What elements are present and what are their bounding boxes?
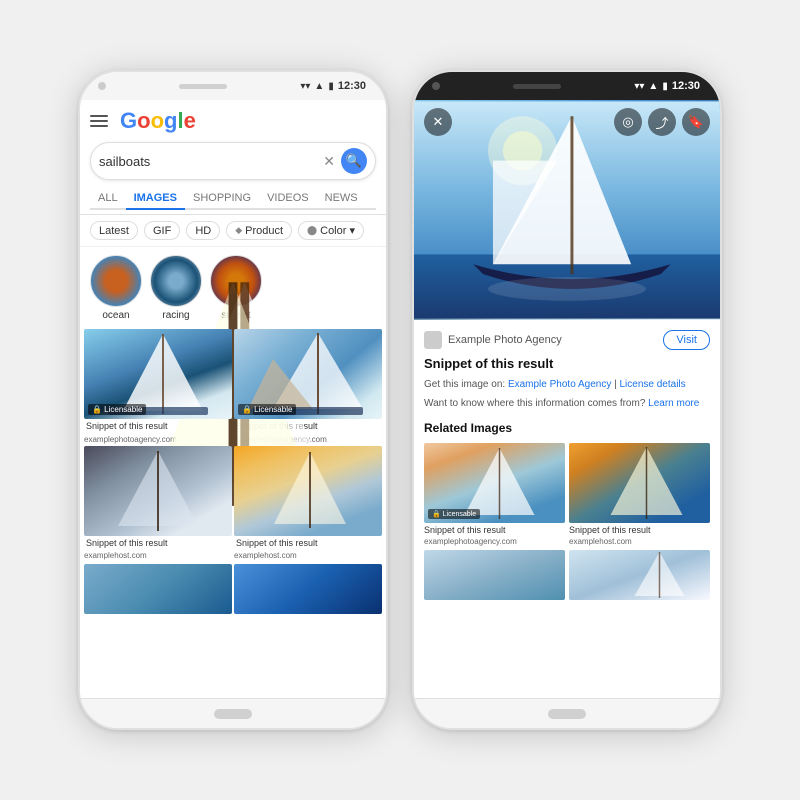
hero-image: ✕ ◎ ⤴ 🔖	[414, 100, 720, 320]
right-phone-top-bar: ▾▾ ▲ ▮ 12:30	[414, 72, 720, 100]
right-phone: ▾▾ ▲ ▮ 12:30	[412, 70, 722, 730]
agency-link[interactable]: Example Photo Agency	[508, 379, 611, 390]
visit-button[interactable]: Visit	[663, 330, 710, 350]
related-section: Related Images 🔒 Licensable Snippet of t…	[424, 421, 710, 600]
home-button-right[interactable]	[548, 709, 586, 719]
battery-icon-right: ▮	[662, 81, 668, 92]
related-host-1: examplephotoagency.com	[424, 537, 565, 546]
grid-image-2: 🔒 Licensable	[234, 329, 382, 419]
right-phone-bottom	[414, 698, 720, 728]
licensable-badge-1: 🔒 Licensable	[88, 404, 146, 415]
related-host-2: examplehost.com	[569, 537, 710, 546]
related-img-1: 🔒 Licensable	[424, 443, 565, 523]
sunset-thumb	[210, 255, 262, 307]
related-partial-1	[424, 550, 565, 600]
related-item-1[interactable]: 🔒 Licensable Snippet of this result exam…	[424, 443, 565, 546]
related-img-2	[569, 443, 710, 523]
related-licensable-1: 🔒 Licensable	[428, 509, 480, 519]
related-partial2-svg	[569, 550, 710, 600]
sunset-sail-svg	[210, 255, 262, 307]
related-snippet-1: Snippet of this result	[424, 523, 565, 537]
result-desc-1: Get this image on: Example Photo Agency …	[424, 377, 710, 392]
learn-more-link[interactable]: Learn more	[648, 398, 699, 409]
circle-sunset[interactable]: sunset	[210, 255, 262, 321]
license-link[interactable]: License details	[620, 379, 686, 390]
left-phone: ▾▾ ▲ ▮ 12:30 Google sailboats ✕	[78, 70, 388, 730]
camera-dot-right	[432, 82, 440, 90]
result-title: Snippet of this result	[424, 356, 710, 371]
lens-button[interactable]: ◎	[614, 108, 642, 136]
grid-image-4	[234, 446, 382, 536]
grid-image-3	[84, 446, 232, 536]
result-desc-2: Want to know where this information come…	[424, 396, 710, 411]
related-snippet-2: Snippet of this result	[569, 523, 710, 537]
wifi-icon-right: ▲	[648, 81, 658, 92]
source-left: Example Photo Agency	[424, 331, 562, 349]
hero-action-buttons: ◎ ⤴ 🔖	[614, 108, 710, 136]
left-phone-content: Google sailboats ✕ 🔍 ALL IMAGES SHOPPING…	[80, 100, 386, 698]
licensable-badge-2: 🔒 Licensable	[238, 404, 296, 415]
hero-overlay-controls: ✕ ◎ ⤴ 🔖	[414, 100, 720, 144]
sail4-svg	[234, 446, 382, 536]
related-partial-2	[569, 550, 710, 600]
share-button[interactable]: ⤴	[648, 108, 676, 136]
related-partial-row	[424, 550, 710, 600]
source-favicon	[424, 331, 442, 349]
detail-content: Example Photo Agency Visit Snippet of th…	[414, 320, 720, 698]
related-title: Related Images	[424, 421, 710, 435]
close-button[interactable]: ✕	[424, 108, 452, 136]
time-display-right: 12:30	[672, 80, 700, 92]
speaker-slot-right	[513, 84, 561, 89]
related-item-2[interactable]: Snippet of this result examplehost.com	[569, 443, 710, 546]
status-bar-right: ▾▾ ▲ ▮ 12:30	[634, 80, 702, 92]
topic-circles: ocean racing	[80, 247, 386, 329]
grid-image-1: 🔒 Licensable	[84, 329, 232, 419]
source-name: Example Photo Agency	[448, 334, 562, 346]
sail3-svg	[84, 446, 232, 536]
source-row: Example Photo Agency Visit	[424, 330, 710, 350]
related2-svg	[569, 443, 710, 523]
related-grid: 🔒 Licensable Snippet of this result exam…	[424, 443, 710, 546]
bookmark-button[interactable]: 🔖	[682, 108, 710, 136]
signal-icon-right: ▾▾	[634, 81, 644, 92]
